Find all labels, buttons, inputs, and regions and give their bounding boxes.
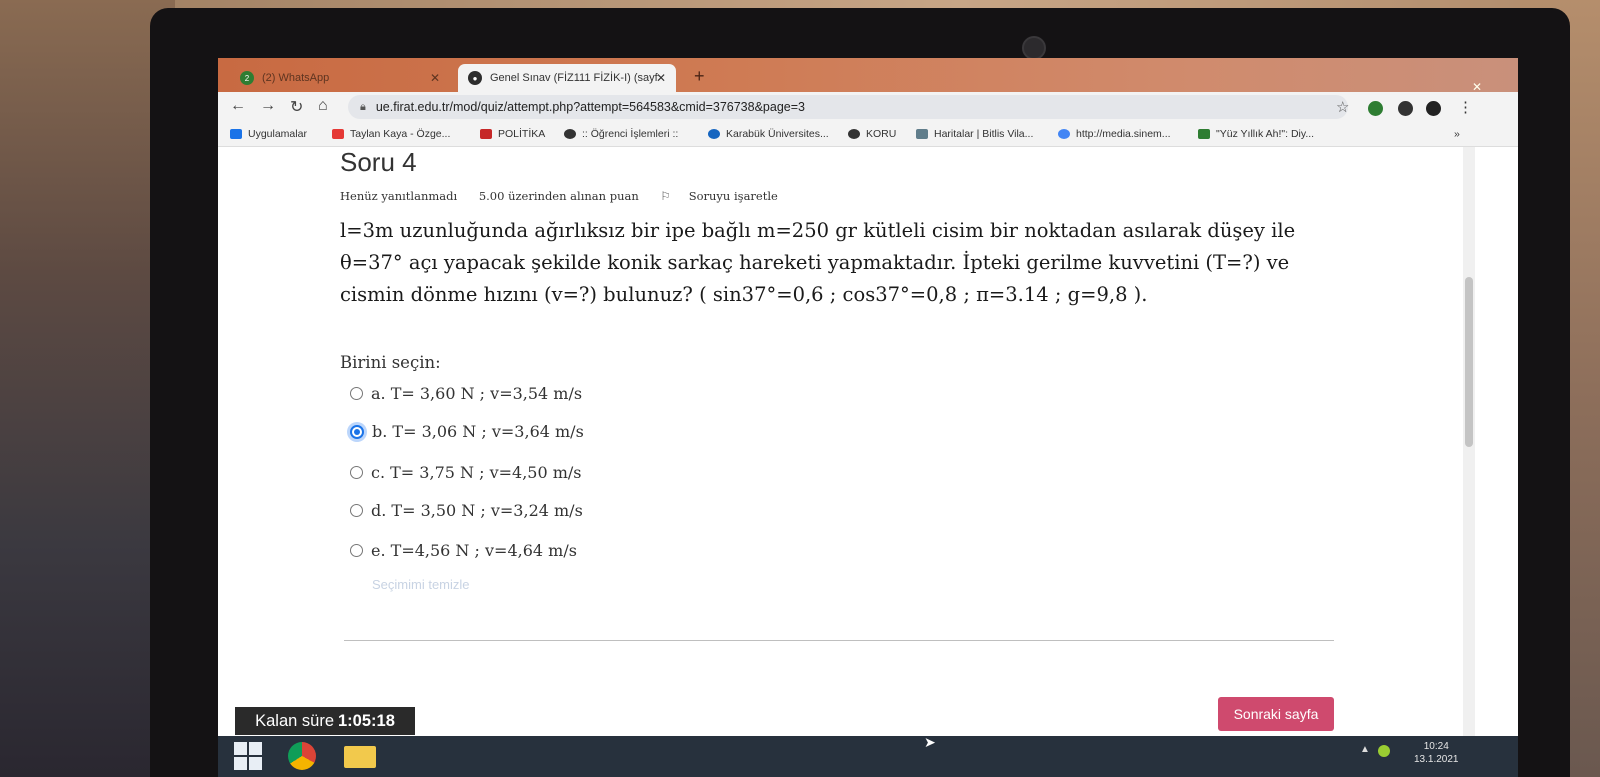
tray-app-icon[interactable]: [1378, 745, 1390, 757]
tab-whatsapp[interactable]: 2 (2) WhatsApp ✕: [230, 64, 450, 92]
extension-icon[interactable]: [1368, 101, 1383, 116]
tray-chevron-icon[interactable]: ▲: [1360, 744, 1370, 755]
question-text-line: θ=37° açı yapacak şekilde konik sarkaç h…: [340, 251, 1290, 274]
webcam-icon: [1022, 36, 1046, 60]
bookmarks-bar: Uygulamalar Taylan Kaya - Özge... POLİTİ…: [218, 124, 1518, 147]
file-explorer-icon[interactable]: [344, 746, 376, 768]
option-label: a. T= 3,60 N ; v=3,54 m/s: [371, 384, 583, 403]
site-icon: [708, 129, 720, 139]
bookmark-item[interactable]: Haritalar | Bitlis Vila...: [916, 128, 1033, 140]
radio-button-selected[interactable]: [350, 424, 364, 439]
radio-button[interactable]: [350, 466, 363, 479]
globe-icon: [848, 129, 860, 139]
answer-option-c[interactable]: c. T= 3,75 N ; v=4,50 m/s: [350, 463, 582, 482]
close-icon[interactable]: ✕: [430, 71, 440, 85]
flag-question-link[interactable]: ⚐ Soruyu işaretle: [660, 189, 795, 203]
profile-avatar-icon[interactable]: [1426, 101, 1441, 116]
clock-date: 13.1.2021: [1414, 754, 1459, 765]
divider: [344, 640, 1334, 641]
radio-button[interactable]: [350, 504, 363, 517]
tab-bar: 2 (2) WhatsApp ✕ ● Genel Sınav (FİZ111 F…: [218, 58, 1518, 94]
site-icon: [1198, 129, 1210, 139]
choose-label: Birini seçin:: [340, 353, 441, 372]
reload-icon[interactable]: ↻: [290, 97, 303, 117]
tab-label: (2) WhatsApp: [262, 72, 330, 84]
windows-taskbar: ▲ 10:24 13.1.2021: [218, 736, 1518, 777]
timer-value: 1:05:18: [338, 711, 395, 730]
moodle-icon: ●: [468, 71, 482, 85]
next-page-button[interactable]: Sonraki sayfa: [1218, 697, 1334, 731]
close-icon[interactable]: ✕: [656, 71, 666, 85]
whatsapp-icon: 2: [240, 71, 254, 85]
bookmark-item[interactable]: http://media.sinem...: [1058, 128, 1171, 140]
site-icon: [916, 129, 928, 139]
bookmarks-more-icon[interactable]: »: [1454, 128, 1460, 140]
home-icon[interactable]: ⌂: [318, 97, 328, 115]
globe-icon: [564, 129, 576, 139]
navigation-bar: ← → ↻ ⌂ 🔒︎ ue.firat.edu.tr/mod/quiz/atte…: [218, 92, 1518, 124]
mouse-cursor-icon: ➤: [924, 734, 936, 750]
radio-button[interactable]: [350, 544, 363, 557]
new-tab-button[interactable]: +: [694, 66, 705, 87]
option-label: e. T=4,56 N ; v=4,64 m/s: [371, 541, 577, 560]
remaining-time: Kalan süre 1:05:18: [235, 707, 415, 735]
answer-option-b[interactable]: b. T= 3,06 N ; v=3,64 m/s: [350, 422, 584, 441]
option-label: c. T= 3,75 N ; v=4,50 m/s: [371, 463, 582, 482]
forward-icon[interactable]: →: [260, 97, 276, 115]
lock-icon: 🔒︎: [360, 100, 366, 113]
answer-option-e[interactable]: e. T=4,56 N ; v=4,64 m/s: [350, 541, 577, 560]
radio-button[interactable]: [350, 387, 363, 400]
address-bar[interactable]: 🔒︎ ue.firat.edu.tr/mod/quiz/attempt.php?…: [348, 95, 1348, 119]
extensions-puzzle-icon[interactable]: [1398, 101, 1413, 116]
tab-label: Genel Sınav (FİZ111 FİZİK-I) (sayf: [490, 72, 658, 84]
bookmark-item[interactable]: Taylan Kaya - Özge...: [332, 128, 450, 140]
background-left: [0, 0, 175, 777]
quiz-page: Soru 4 Henüz yanıtlanmadı 5.00 üzerinden…: [218, 147, 1463, 777]
laptop-screen: 2 (2) WhatsApp ✕ ● Genel Sınav (FİZ111 F…: [218, 58, 1518, 777]
question-points: 5.00 üzerinden alınan puan: [478, 189, 639, 203]
scrollbar-thumb[interactable]: [1465, 277, 1473, 447]
flag-icon: ⚐: [660, 189, 671, 203]
site-icon: [480, 129, 492, 139]
question-title: Soru 4: [340, 147, 417, 177]
apps-grid-icon: [230, 129, 242, 139]
bookmark-item[interactable]: KORU: [848, 128, 896, 140]
back-icon[interactable]: ←: [230, 97, 246, 115]
option-label: b. T= 3,06 N ; v=3,64 m/s: [372, 422, 584, 441]
bookmark-star-icon[interactable]: ☆: [1336, 98, 1349, 116]
bookmark-item[interactable]: POLİTİKA: [480, 128, 545, 140]
bookmark-item[interactable]: Karabük Üniversites...: [708, 128, 829, 140]
clock-time: 10:24: [1423, 741, 1449, 752]
chrome-icon[interactable]: [288, 742, 316, 770]
bookmark-item[interactable]: Uygulamalar: [230, 128, 307, 140]
clear-choice-link[interactable]: Seçimimi temizle: [372, 577, 470, 592]
scrollbar[interactable]: [1463, 147, 1475, 777]
menu-kebab-icon[interactable]: ⋮: [1458, 98, 1473, 116]
google-icon: [1058, 129, 1070, 139]
answer-option-a[interactable]: a. T= 3,60 N ; v=3,54 m/s: [350, 384, 582, 403]
question-info: Henüz yanıtlanmadı 5.00 üzerinden alınan…: [340, 189, 814, 203]
windows-start-icon[interactable]: [234, 742, 262, 770]
question-text: l=3m uzunluğunda ağırlıksız bir ipe bağl…: [340, 215, 1350, 311]
bookmark-item[interactable]: :: Öğrenci İşlemleri ::: [564, 128, 678, 140]
bookmark-item[interactable]: "Yüz Yıllık Ah!": Diy...: [1198, 128, 1314, 140]
question-text-line: l=3m uzunluğunda ağırlıksız bir ipe bağl…: [340, 219, 1296, 242]
question-text-line: cismin dönme hızını (v=?) bulunuz? ( sin…: [340, 283, 1148, 306]
url-text: ue.firat.edu.tr/mod/quiz/attempt.php?att…: [375, 100, 805, 114]
system-clock[interactable]: 10:24 13.1.2021: [1414, 740, 1459, 766]
youtube-icon: [332, 129, 344, 139]
option-label: d. T= 3,50 N ; v=3,24 m/s: [371, 501, 583, 520]
timer-label: Kalan süre: [255, 711, 334, 730]
answer-option-d[interactable]: d. T= 3,50 N ; v=3,24 m/s: [350, 501, 583, 520]
tab-exam[interactable]: ● Genel Sınav (FİZ111 FİZİK-I) (sayf ✕: [458, 64, 676, 92]
question-status: Henüz yanıtlanmadı: [340, 189, 458, 203]
